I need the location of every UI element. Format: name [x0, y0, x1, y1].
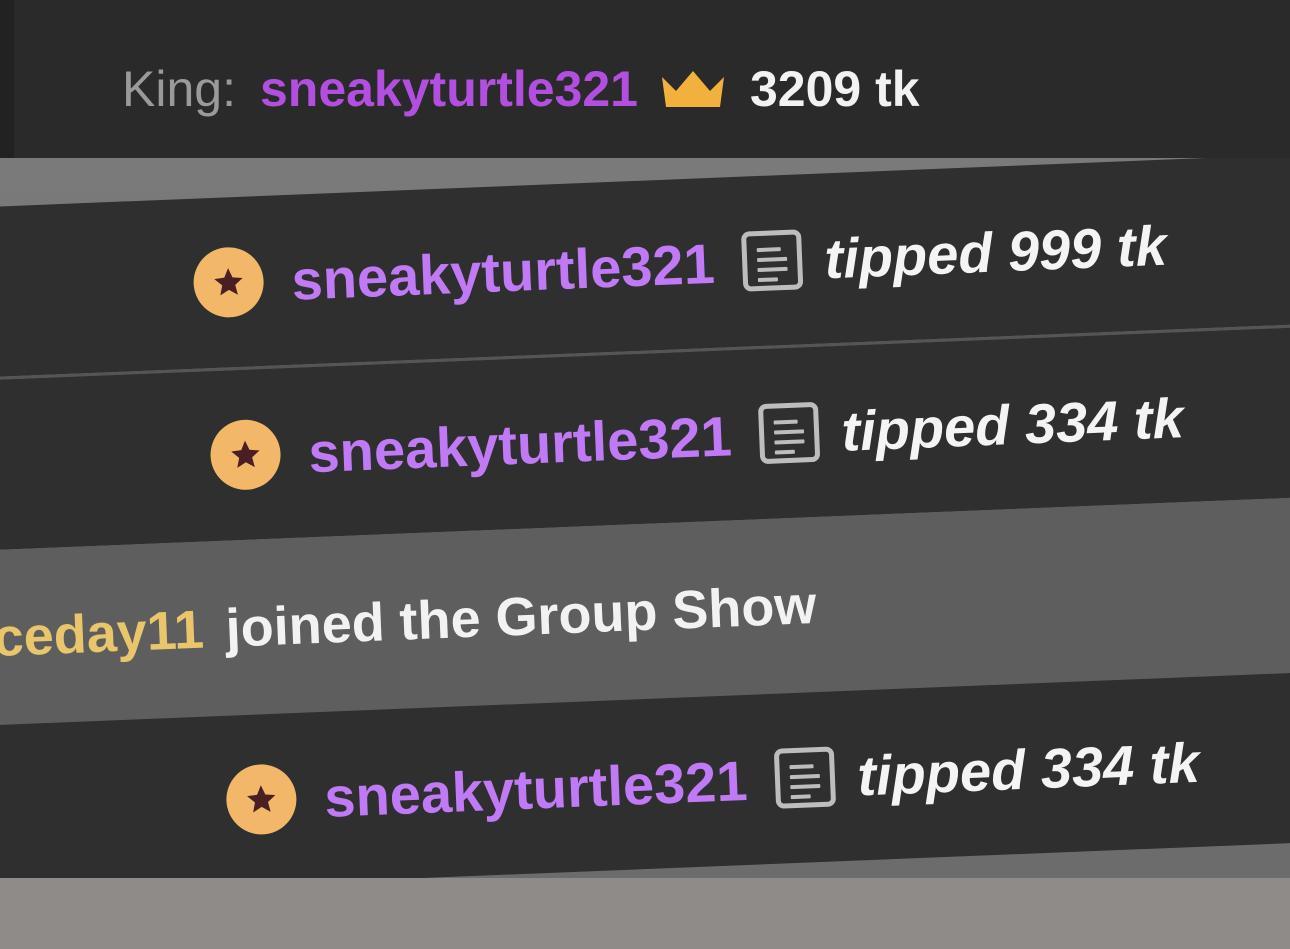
- system-text: joined the Group Show: [224, 574, 818, 659]
- chat-message-list: sneakyturtle321 tipped 999 tk sneakyturt…: [0, 158, 1290, 878]
- tip-text: tipped 999 tk: [823, 213, 1168, 290]
- star-badge-icon: [192, 245, 265, 319]
- king-username[interactable]: sneakyturtle321: [260, 60, 638, 118]
- king-amount: 3209 tk: [749, 61, 920, 117]
- chat-panel: sneakyturtle321 tipped 999 tk sneakyturt…: [0, 158, 1290, 878]
- note-icon[interactable]: [758, 401, 821, 465]
- tip-username[interactable]: sneakyturtle321: [307, 403, 733, 485]
- tip-username[interactable]: sneakyturtle321: [290, 230, 716, 312]
- tip-text: tipped 334 tk: [840, 385, 1185, 463]
- note-icon[interactable]: [741, 229, 804, 292]
- star-badge-icon: [209, 418, 282, 492]
- star-badge-icon: [225, 763, 298, 836]
- system-username[interactable]: ceday11: [0, 598, 205, 668]
- note-icon[interactable]: [774, 746, 837, 809]
- king-header: King: sneakyturtle321 3209 tk: [0, 0, 1290, 158]
- tip-text: tipped 334 tk: [856, 730, 1201, 807]
- crown-icon: [661, 71, 724, 107]
- tip-username[interactable]: sneakyturtle321: [323, 747, 749, 829]
- bottom-band: [0, 878, 1290, 949]
- king-label: King:: [122, 61, 236, 117]
- king-line: King: sneakyturtle321 3209 tk: [122, 60, 920, 118]
